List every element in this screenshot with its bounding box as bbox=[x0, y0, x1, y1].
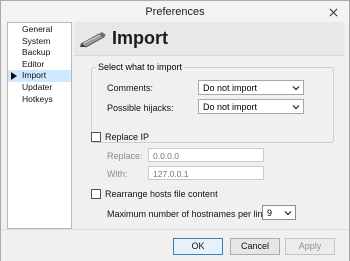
sidebar-item-import[interactable]: Import bbox=[8, 70, 71, 82]
sidebar-item-label: Import bbox=[22, 70, 47, 81]
with-input-value: 127.0.0.1 bbox=[153, 169, 189, 179]
sidebar-item-general[interactable]: General bbox=[8, 24, 71, 36]
sidebar-item-label: Backup bbox=[22, 47, 51, 58]
with-label: With: bbox=[107, 169, 128, 179]
sidebar-item-hotkeys[interactable]: Hotkeys bbox=[8, 94, 71, 106]
sidebar-item-system[interactable]: System bbox=[8, 36, 71, 48]
page-header: Import bbox=[74, 22, 344, 56]
replace-ip-label[interactable]: Replace IP bbox=[105, 132, 149, 142]
sidebar-item-updater[interactable]: Updater bbox=[8, 82, 71, 94]
rearrange-checkbox[interactable] bbox=[91, 189, 101, 199]
with-input[interactable]: 127.0.0.1 bbox=[148, 166, 264, 180]
close-button[interactable] bbox=[323, 4, 343, 21]
ok-button[interactable]: OK bbox=[173, 238, 223, 255]
hijacks-select[interactable]: Do not import bbox=[198, 99, 304, 114]
hijacks-select-value: Do not import bbox=[203, 102, 258, 112]
sidebar-item-backup[interactable]: Backup bbox=[8, 47, 71, 59]
sidebar: General System Backup Editor Import Upda… bbox=[7, 22, 72, 229]
sidebar-item-label: Hotkeys bbox=[22, 93, 53, 104]
apply-button[interactable]: Apply bbox=[285, 238, 335, 255]
import-group-title: Select what to import bbox=[96, 62, 185, 72]
chevron-down-icon bbox=[284, 211, 292, 216]
content-panel: Import Select what to import Comments: D… bbox=[74, 22, 344, 229]
comments-select-value: Do not import bbox=[203, 83, 258, 93]
replace-ip-checkbox[interactable] bbox=[91, 132, 101, 142]
max-hostnames-value: 9 bbox=[267, 208, 273, 218]
cancel-button[interactable]: Cancel bbox=[230, 238, 280, 255]
sidebar-item-label: Updater bbox=[22, 81, 53, 92]
sidebar-item-label: System bbox=[22, 35, 51, 46]
max-hostnames-label: Maximum number of hostnames per line: bbox=[107, 209, 271, 219]
comments-select[interactable]: Do not import bbox=[198, 80, 304, 95]
pen-icon bbox=[80, 32, 106, 48]
chevron-down-icon bbox=[292, 105, 300, 110]
selected-arrow-icon bbox=[11, 72, 17, 81]
close-icon bbox=[329, 8, 337, 17]
window-title: Preferences bbox=[145, 6, 205, 18]
comments-label: Comments: bbox=[107, 83, 154, 93]
page-title: Import bbox=[112, 28, 168, 48]
chevron-down-icon bbox=[292, 86, 300, 91]
hijacks-label: Possible hijacks: bbox=[107, 103, 174, 113]
sidebar-item-label: General bbox=[22, 24, 53, 34]
preferences-window: Preferences General System Backup Editor bbox=[0, 0, 350, 261]
dialog-footer: OK Cancel Apply bbox=[1, 229, 349, 261]
replace-input[interactable]: 0.0.0.0 bbox=[148, 148, 264, 162]
max-hostnames-select[interactable]: 9 bbox=[262, 205, 296, 220]
replace-label: Replace: bbox=[107, 151, 143, 161]
sidebar-item-editor[interactable]: Editor bbox=[8, 59, 71, 71]
rearrange-label[interactable]: Rearrange hosts file content bbox=[105, 189, 218, 199]
replace-input-value: 0.0.0.0 bbox=[153, 151, 179, 161]
title-bar[interactable]: Preferences bbox=[1, 1, 349, 24]
sidebar-item-label: Editor bbox=[22, 58, 45, 69]
